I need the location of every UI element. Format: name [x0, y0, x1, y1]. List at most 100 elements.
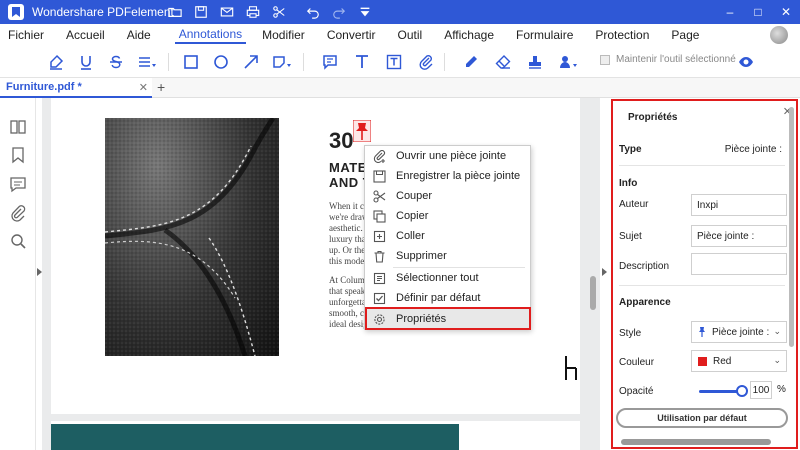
keep-tool-checkbox[interactable] — [600, 54, 610, 65]
tab-close-icon[interactable]: ✕ — [139, 81, 148, 94]
use-default-button[interactable]: Utilisation par défaut — [616, 408, 788, 428]
menu-set-default[interactable]: Définir par défaut — [365, 288, 530, 308]
menu-select-all[interactable]: Sélectionner tout — [365, 268, 530, 288]
canvas-scrollbar[interactable] — [590, 276, 596, 310]
app-title: Wondershare PDFelement — [32, 5, 174, 19]
folder-icon[interactable] — [162, 0, 188, 24]
menu-modifier[interactable]: Modifier — [258, 28, 309, 42]
bookmark-icon[interactable] — [9, 146, 27, 164]
text-lines-dropdown-icon[interactable] — [132, 50, 162, 74]
menu-bar: Fichier Accueil Aide Annotations Modifie… — [0, 24, 800, 46]
right-panel-collapse-icon[interactable] — [602, 268, 607, 276]
menu-copy[interactable]: Copier — [365, 206, 530, 226]
rectangle-icon[interactable] — [179, 50, 203, 74]
panel-title: Propriétés — [628, 112, 678, 123]
strikethrough-icon[interactable] — [104, 50, 128, 74]
comments-panel-icon[interactable] — [9, 175, 27, 193]
description-input[interactable] — [691, 253, 787, 275]
menu-formulaire[interactable]: Formulaire — [512, 28, 577, 42]
menu-affichage[interactable]: Affichage — [440, 28, 498, 42]
print-icon[interactable] — [240, 0, 266, 24]
style-select[interactable]: Pièce jointe : ⌄ — [691, 321, 787, 343]
close-window-button[interactable]: ✕ — [772, 0, 800, 24]
save-icon[interactable] — [188, 0, 214, 24]
panel-vertical-scrollbar[interactable] — [789, 107, 794, 347]
info-section-title: Info — [619, 178, 638, 189]
menu-save-attachment[interactable]: Enregistrer la pièce jointe — [365, 166, 530, 186]
chair-icon — [563, 355, 579, 381]
opacity-slider-thumb[interactable] — [736, 385, 748, 397]
copy-icon — [373, 209, 386, 223]
quick-access-dropdown-icon[interactable] — [352, 0, 378, 24]
menu-convertir[interactable]: Convertir — [323, 28, 380, 42]
properties-highlight-box — [365, 307, 531, 330]
attachment-icon[interactable] — [414, 50, 438, 74]
author-input[interactable] — [691, 194, 787, 216]
undo-icon[interactable] — [300, 0, 326, 24]
panel-horizontal-scrollbar[interactable] — [621, 439, 771, 445]
menu-delete[interactable]: Supprimer — [365, 246, 530, 266]
menu-page[interactable]: Page — [667, 28, 703, 42]
properties-panel: ✕ Propriétés Type Pièce jointe : Info Au… — [611, 99, 798, 449]
opacity-value[interactable]: 100 — [750, 381, 772, 399]
thumbnails-icon[interactable] — [9, 118, 27, 136]
checkbox-icon — [373, 292, 386, 305]
text-icon[interactable] — [350, 50, 374, 74]
circle-icon[interactable] — [209, 50, 233, 74]
color-value: Red — [713, 355, 732, 367]
appearance-section-title: Apparence — [619, 297, 671, 308]
menu-accueil[interactable]: Accueil — [62, 28, 109, 42]
arrow-icon[interactable] — [239, 50, 263, 74]
menu-aide[interactable]: Aide — [123, 28, 155, 42]
document-tab[interactable]: Furniture.pdf * ✕ — [0, 78, 152, 98]
redo-icon[interactable] — [326, 0, 352, 24]
paste-icon — [373, 230, 386, 243]
stamp-icon[interactable] — [523, 50, 547, 74]
color-select[interactable]: Red ⌄ — [691, 350, 787, 372]
menu-cut[interactable]: Couper — [365, 186, 530, 206]
add-tab-icon[interactable]: + — [157, 79, 165, 95]
underline-icon[interactable] — [74, 50, 98, 74]
comment-icon[interactable] — [318, 50, 342, 74]
scissors-icon — [373, 189, 386, 203]
teal-banner — [51, 424, 459, 450]
subject-input[interactable] — [691, 225, 787, 247]
type-label: Type — [619, 144, 642, 155]
section-number: 30 — [329, 128, 354, 153]
color-swatch — [698, 356, 707, 366]
user-avatar[interactable] — [770, 26, 788, 44]
search-icon[interactable] — [9, 232, 27, 250]
highlight-icon[interactable] — [44, 50, 68, 74]
menu-paste[interactable]: Coller — [365, 226, 530, 246]
divider — [619, 165, 785, 166]
maximize-button[interactable]: □ — [744, 0, 772, 24]
leather-photo — [105, 118, 279, 356]
text-box-icon[interactable] — [382, 50, 406, 74]
style-value: Pièce jointe : — [712, 326, 770, 338]
menu-protection[interactable]: Protection — [591, 28, 653, 42]
eraser-icon[interactable] — [491, 50, 515, 74]
attachment-pin-icon[interactable] — [352, 119, 372, 143]
toolbar-separator — [168, 52, 169, 71]
eye-icon[interactable] — [738, 54, 754, 70]
description-label: Description — [619, 261, 670, 272]
document-tab-bar: Furniture.pdf * ✕ + — [0, 78, 800, 98]
mail-icon[interactable] — [214, 0, 240, 24]
left-sidebar — [0, 98, 36, 450]
shape-dropdown-icon[interactable] — [267, 50, 297, 74]
scissors-icon[interactable] — [266, 0, 292, 24]
minimize-button[interactable]: – — [716, 0, 744, 24]
pdf-page-2 — [51, 421, 580, 450]
pin-icon — [699, 327, 705, 337]
menu-outil[interactable]: Outil — [394, 28, 427, 42]
menu-fichier[interactable]: Fichier — [4, 28, 48, 42]
pencil-icon[interactable] — [459, 50, 483, 74]
attachments-panel-icon[interactable] — [9, 204, 27, 222]
menu-open-attachment[interactable]: Ouvrir une pièce jointe — [365, 146, 530, 166]
divider — [619, 285, 785, 286]
keep-tool-option[interactable]: Maintenir l'outil sélectionné — [600, 54, 736, 65]
title-bar: Wondershare PDFelement – □ ✕ — [0, 0, 800, 24]
menu-annotations[interactable]: Annotations — [174, 27, 247, 44]
signature-dropdown-icon[interactable] — [553, 50, 583, 74]
select-all-icon — [373, 272, 386, 285]
